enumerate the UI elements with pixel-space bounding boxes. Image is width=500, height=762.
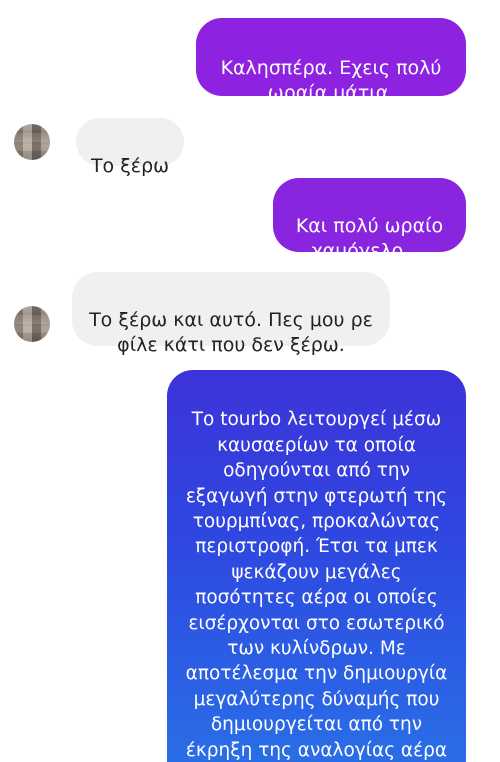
message-text: Το tourbo λειτουργεί μέσω καυσαερίων τα … <box>185 409 448 761</box>
sent-message-bubble[interactable]: Το tourbo λειτουργεί μέσω καυσαερίων τα … <box>167 370 466 762</box>
received-message-bubble[interactable]: Το ξέρω και αυτό. Πες μου ρε φίλε κάτι π… <box>72 272 390 356</box>
message-text: Και πολύ ωραίο χαμόγελο.... <box>295 215 444 262</box>
sent-message-bubble[interactable]: Καλησπέρα. Εχεις πολύ ωραία μάτια. <box>196 18 466 104</box>
avatar[interactable] <box>14 124 50 160</box>
message-text: Το ξέρω <box>90 155 170 177</box>
received-message-bubble[interactable]: Το ξέρω <box>76 118 184 177</box>
avatar[interactable] <box>14 306 50 342</box>
chat-thread: Καλησπέρα. Εχεις πολύ ωραία μάτια. Το ξέ… <box>0 0 500 762</box>
message-text: Το ξέρω και αυτό. Πες μου ρε φίλε κάτι π… <box>89 309 373 356</box>
message-text: Καλησπέρα. Εχεις πολύ ωραία μάτια. <box>220 57 442 104</box>
sent-message-bubble[interactable]: Και πολύ ωραίο χαμόγελο.... <box>273 178 466 262</box>
